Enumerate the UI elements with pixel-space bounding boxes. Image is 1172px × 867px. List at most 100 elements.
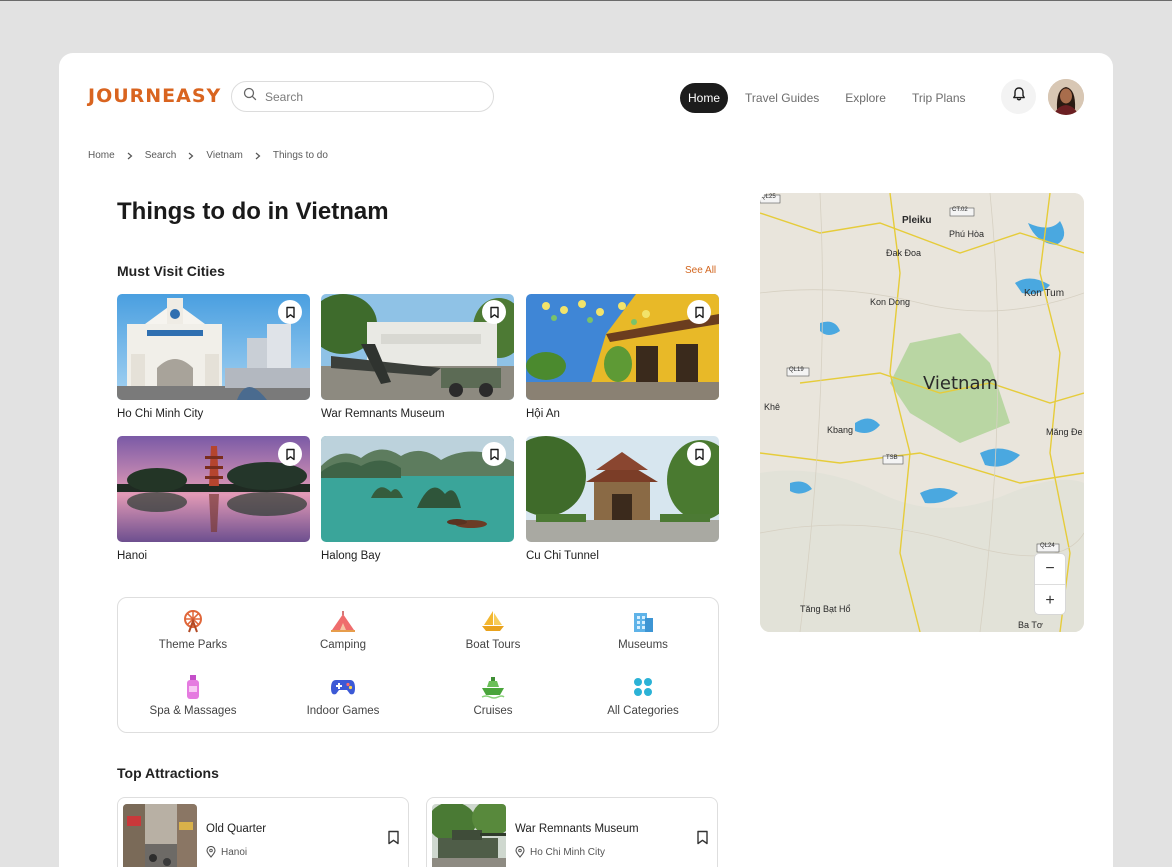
brand-logo[interactable]: JOURNEASY <box>88 85 221 107</box>
chevron-right-icon <box>188 152 194 160</box>
bookmark-icon <box>489 448 499 460</box>
category-all[interactable]: All Categories <box>568 674 718 717</box>
bookmark-icon <box>694 448 704 460</box>
bookmark-button[interactable] <box>696 830 709 850</box>
bookmark-button[interactable] <box>482 300 506 324</box>
map-place: Kbang <box>827 425 854 435</box>
notifications-button[interactable] <box>1001 79 1036 114</box>
map-pin-icon <box>206 846 216 858</box>
city-card-war-remnants[interactable]: War Remnants Museum <box>321 294 514 420</box>
bookmark-button[interactable] <box>687 442 711 466</box>
search-icon <box>243 87 257 106</box>
road-shield: CT.02 <box>952 207 968 213</box>
attraction-image <box>123 804 197 867</box>
category-label: Cruises <box>473 705 513 717</box>
category-label: Boat Tours <box>465 639 521 651</box>
map-place: Ba Tơ <box>1018 620 1043 630</box>
sailboat-icon <box>418 608 568 634</box>
category-label: Museums <box>618 639 668 651</box>
city-image <box>117 436 310 542</box>
city-image <box>117 294 310 400</box>
bell-icon <box>1011 86 1027 107</box>
category-spa[interactable]: Spa & Massages <box>118 674 268 717</box>
city-name: Hanoi <box>117 550 148 562</box>
nav-home[interactable]: Home <box>680 83 729 113</box>
breadcrumb-current: Things to do <box>272 150 328 161</box>
breadcrumb-search[interactable]: Search <box>145 150 177 161</box>
city-name: War Remnants Museum <box>321 408 445 420</box>
map-view[interactable]: QL25 CT.02 QL19 TSB QL24 Pleiku Phú Hòa … <box>760 193 1084 632</box>
city-image <box>526 294 719 400</box>
category-museums[interactable]: Museums <box>568 608 718 651</box>
bookmark-button[interactable] <box>278 442 302 466</box>
lotion-bottle-icon <box>118 674 268 700</box>
bookmark-icon <box>489 306 499 318</box>
ferris-wheel-icon <box>118 608 268 634</box>
search-bar[interactable] <box>231 81 494 112</box>
nav-trip-plans[interactable]: Trip Plans <box>904 83 974 113</box>
category-theme-parks[interactable]: Theme Parks <box>118 608 268 651</box>
zoom-out-button[interactable]: − <box>1035 554 1065 585</box>
city-name: Ho Chi Minh City <box>117 408 204 420</box>
category-label: All Categories <box>607 705 679 717</box>
categories-panel: Theme Parks Camping Boat Tours Museums S… <box>117 597 719 733</box>
city-name: Cu Chi Tunnel <box>526 550 599 562</box>
bookmark-button[interactable] <box>687 300 711 324</box>
category-boat-tours[interactable]: Boat Tours <box>418 608 568 651</box>
city-card-hoi-an[interactable]: Hội An <box>526 294 719 420</box>
city-card-cu-chi[interactable]: Cu Chi Tunnel <box>526 436 719 562</box>
chevron-right-icon <box>255 152 261 160</box>
category-cruises[interactable]: Cruises <box>418 674 568 717</box>
gamepad-icon <box>268 674 418 700</box>
attraction-name: Old Quarter <box>206 823 267 835</box>
attraction-location: Ho Chi Minh City <box>515 846 605 858</box>
city-image <box>526 436 719 542</box>
category-label: Theme Parks <box>158 639 228 651</box>
attraction-card-old-quarter[interactable]: Old Quarter Hanoi <box>117 797 409 867</box>
category-label: Camping <box>319 639 367 651</box>
nav-travel-guides[interactable]: Travel Guides <box>737 83 827 113</box>
breadcrumb: Home Search Vietnam Things to do <box>88 150 328 161</box>
road-shield: QL25 <box>761 194 776 200</box>
road-shield: QL24 <box>1040 543 1055 549</box>
main-nav: Home Travel Guides Explore Trip Plans <box>680 83 974 113</box>
app-window: JOURNEASY Home Travel Guides Explore Tri… <box>59 53 1113 867</box>
bookmark-button[interactable] <box>278 300 302 324</box>
user-avatar[interactable] <box>1048 79 1084 115</box>
category-camping[interactable]: Camping <box>268 608 418 651</box>
category-label: Spa & Massages <box>149 705 237 717</box>
page-title: Things to do in Vietnam <box>117 198 389 225</box>
attraction-location-text: Hanoi <box>221 846 248 858</box>
map-country-label: Vietnam <box>923 373 999 394</box>
grid-icon <box>568 674 718 700</box>
map-place: Đak Đoa <box>886 248 922 258</box>
map-zoom-control: − + <box>1034 553 1066 615</box>
breadcrumb-home[interactable]: Home <box>88 150 115 161</box>
nav-explore[interactable]: Explore <box>837 83 894 113</box>
city-card-hanoi[interactable]: Hanoi <box>117 436 310 562</box>
building-icon <box>568 608 718 634</box>
map-place: Phú Hòa <box>949 229 985 239</box>
bookmark-icon <box>285 448 295 460</box>
city-card-halong-bay[interactable]: Halong Bay <box>321 436 514 562</box>
city-card-ho-chi-minh[interactable]: Ho Chi Minh City <box>117 294 310 420</box>
category-indoor-games[interactable]: Indoor Games <box>268 674 418 717</box>
see-all-link[interactable]: See All <box>685 265 716 276</box>
attraction-location: Hanoi <box>206 846 247 858</box>
search-input[interactable] <box>265 89 465 104</box>
chevron-right-icon <box>127 152 133 160</box>
tent-icon <box>268 608 418 634</box>
city-image <box>321 294 514 400</box>
bookmark-icon <box>697 830 708 845</box>
attraction-card-war-remnants[interactable]: War Remnants Museum Ho Chi Minh City <box>426 797 718 867</box>
city-image <box>321 436 514 542</box>
attraction-location-text: Ho Chi Minh City <box>530 846 606 858</box>
bookmark-button[interactable] <box>387 830 400 850</box>
city-name: Hội An <box>526 408 560 420</box>
map-pin-icon <box>515 846 525 858</box>
cruise-ship-icon <box>418 674 568 700</box>
bookmark-button[interactable] <box>482 442 506 466</box>
zoom-in-button[interactable]: + <box>1035 585 1065 616</box>
city-name: Halong Bay <box>321 550 381 562</box>
breadcrumb-vietnam[interactable]: Vietnam <box>206 150 243 161</box>
